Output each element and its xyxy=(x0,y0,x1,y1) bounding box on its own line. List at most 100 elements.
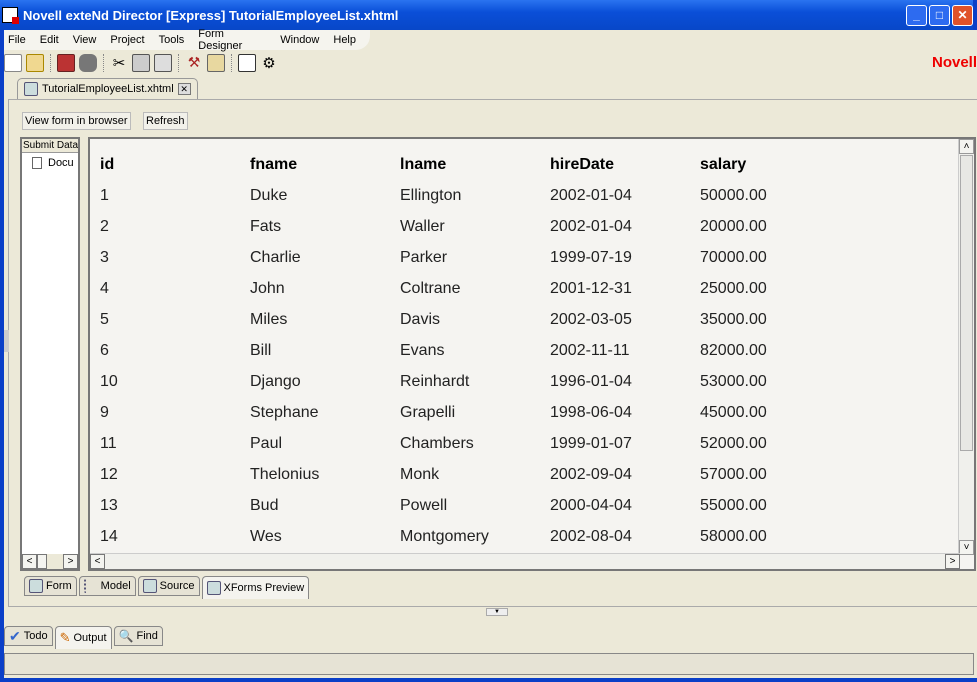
cell-hireDate: 1999-07-19 xyxy=(550,248,632,266)
form-icon xyxy=(29,579,43,593)
splitter-handle[interactable]: ▼ xyxy=(486,608,508,616)
table-row: 12 Thelonius Monk 2002-09-04 57000.00 xyxy=(100,459,850,490)
cell-id: 13 xyxy=(100,496,118,514)
cell-hireDate: 2001-12-31 xyxy=(550,279,632,297)
tab-model[interactable]: Model xyxy=(78,576,136,596)
tab-todo[interactable]: ✔ Todo xyxy=(4,626,53,646)
table-row: 13 Bud Powell 2000-04-04 55000.00 xyxy=(100,490,850,521)
table-row: 4 John Coltrane 2001-12-31 25000.00 xyxy=(100,273,850,304)
table-row: 6 Bill Evans 2002-11-11 82000.00 xyxy=(100,335,850,366)
tab-xforms-preview[interactable]: XForms Preview xyxy=(201,576,310,599)
cut-icon[interactable]: ✂ xyxy=(110,54,128,72)
cell-id: 4 xyxy=(100,279,109,297)
close-button[interactable]: ✕ xyxy=(952,5,973,26)
toolbar: ✂ ⚒ ⚙ xyxy=(4,52,278,74)
tab-label: TutorialEmployeeList.xhtml xyxy=(42,83,174,95)
tab-source[interactable]: Source xyxy=(137,576,200,596)
model-tree-icon xyxy=(83,579,98,593)
cell-lname: Davis xyxy=(400,310,441,328)
table-row: 14 Wes Montgomery 2002-08-04 58000.00 xyxy=(100,521,850,552)
vertical-scroll-thumb[interactable] xyxy=(960,155,973,451)
cell-lname: Waller xyxy=(400,217,445,235)
menu-view[interactable]: View xyxy=(73,34,97,46)
menu-file[interactable]: File xyxy=(8,34,26,46)
scroll-left-icon[interactable]: < xyxy=(90,554,105,569)
view-tabs: Form Model Source XForms Preview xyxy=(24,576,310,599)
open-folder-icon[interactable] xyxy=(26,54,44,72)
table-row: 3 Charlie Parker 1999-07-19 70000.00 xyxy=(100,242,850,273)
scroll-down-icon[interactable]: ˅ xyxy=(959,540,974,555)
close-tab-icon[interactable]: ✕ xyxy=(177,83,191,95)
menu-window[interactable]: Window xyxy=(280,34,319,46)
cell-fname: Bud xyxy=(250,496,279,514)
menu-project[interactable]: Project xyxy=(110,34,144,46)
cell-lname: Coltrane xyxy=(400,279,461,297)
cell-hireDate: 1998-06-04 xyxy=(550,403,632,421)
deploy-icon[interactable] xyxy=(207,54,225,72)
cell-lname: Chambers xyxy=(400,434,474,452)
menu-tools[interactable]: Tools xyxy=(159,34,185,46)
refresh-button[interactable]: Refresh xyxy=(143,112,188,130)
cell-salary: 55000.00 xyxy=(700,496,767,514)
cell-hireDate: 2002-03-05 xyxy=(550,310,632,328)
cell-id: 3 xyxy=(100,248,109,266)
scroll-left-icon[interactable]: < xyxy=(22,554,37,569)
scroll-right-icon[interactable]: > xyxy=(945,554,960,569)
cell-salary: 45000.00 xyxy=(700,403,767,421)
submit-data-panel: Submit Data Docu < > xyxy=(20,137,80,571)
column-header-salary: salary xyxy=(700,155,747,173)
view-form-in-browser-button[interactable]: View form in browser xyxy=(22,112,131,130)
document-icon xyxy=(32,157,42,169)
tree-item-document[interactable]: Docu xyxy=(22,153,78,169)
menu-edit[interactable]: Edit xyxy=(40,34,59,46)
cell-id: 9 xyxy=(100,403,109,421)
tab-find[interactable]: 🔍 Find xyxy=(113,626,163,646)
xforms-preview-area: id fname lname hireDate salary 1 Duke Ellingto… xyxy=(88,137,976,571)
paste-icon[interactable] xyxy=(154,54,172,72)
cell-salary: 25000.00 xyxy=(700,279,767,297)
vertical-scrollbar[interactable]: ˄ ˅ xyxy=(958,139,974,555)
cell-salary: 57000.00 xyxy=(700,465,767,483)
title-bar: Novell exteNd Director [Express] Tutoria… xyxy=(0,0,973,30)
cell-lname: Grapelli xyxy=(400,403,456,421)
cell-fname: John xyxy=(250,279,285,297)
maximize-button[interactable]: □ xyxy=(929,5,950,26)
tools-settings-icon[interactable] xyxy=(238,54,256,72)
build-hammer-icon[interactable]: ⚒ xyxy=(185,54,203,72)
menu-help[interactable]: Help xyxy=(333,34,356,46)
left-horizontal-scrollbar[interactable]: < > xyxy=(22,554,78,569)
horizontal-scrollbar[interactable]: < > xyxy=(90,553,960,569)
cell-id: 2 xyxy=(100,217,109,235)
copy-icon[interactable] xyxy=(132,54,150,72)
tab-form[interactable]: Form xyxy=(24,576,77,596)
cell-id: 11 xyxy=(100,434,117,452)
menu-bar: File Edit View Project Tools Form Design… xyxy=(4,28,370,52)
app-icon xyxy=(2,7,19,24)
collapse-left-handle[interactable] xyxy=(4,330,9,352)
cell-fname: Stephane xyxy=(250,403,319,421)
save-icon[interactable] xyxy=(57,54,75,72)
minimize-button[interactable]: _ xyxy=(906,5,927,26)
print-icon[interactable] xyxy=(79,54,97,72)
cell-lname: Ellington xyxy=(400,186,462,204)
cell-salary: 70000.00 xyxy=(700,248,767,266)
cell-id: 14 xyxy=(100,527,118,545)
scroll-thumb[interactable] xyxy=(37,554,47,569)
menu-form-designer[interactable]: Form Designer xyxy=(198,28,266,52)
table-row: 11 Paul Chambers 1999-01-07 52000.00 xyxy=(100,428,850,459)
table-row: 1 Duke Ellington 2002-01-04 50000.00 xyxy=(100,180,850,211)
scroll-right-icon[interactable]: > xyxy=(63,554,78,569)
cell-fname: Duke xyxy=(250,186,288,204)
cell-lname: Powell xyxy=(400,496,448,514)
scroll-up-icon[interactable]: ˄ xyxy=(959,139,974,154)
tab-output[interactable]: ✎ Output xyxy=(54,626,112,649)
gear-icon[interactable]: ⚙ xyxy=(260,54,278,72)
employee-table: id fname lname hireDate salary 1 Duke Ellingto… xyxy=(100,149,850,552)
new-file-icon[interactable] xyxy=(4,54,22,72)
cell-salary: 82000.00 xyxy=(700,341,767,359)
window-title: Novell exteNd Director [Express] Tutoria… xyxy=(23,7,399,23)
cell-salary: 20000.00 xyxy=(700,217,767,235)
table-row: 10 Django Reinhardt 1996-01-04 53000.00 xyxy=(100,366,850,397)
tab-tutorial-employee-list[interactable]: TutorialEmployeeList.xhtml ✕ xyxy=(17,78,198,99)
column-header-fname: fname xyxy=(250,155,298,173)
